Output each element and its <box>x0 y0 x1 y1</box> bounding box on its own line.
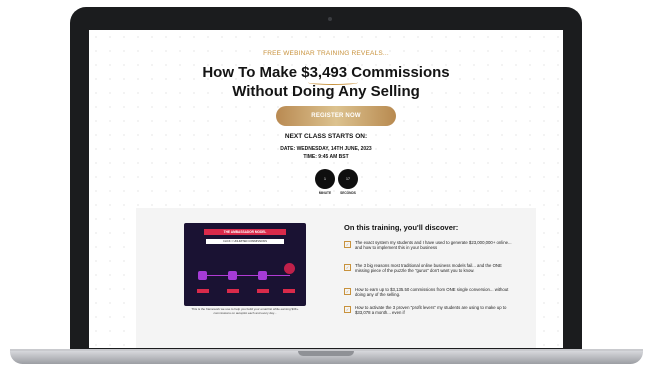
video-caption: This is the framework we use to help you… <box>191 307 299 315</box>
headline-underline <box>308 80 358 85</box>
check-icon: ✓ <box>344 241 351 248</box>
countdown-seconds-label: SECONDS <box>340 191 356 195</box>
check-icon: ✓ <box>344 288 351 295</box>
discover-heading: On this training, you'll discover: <box>344 223 459 232</box>
check-icon: ✓ <box>344 264 351 271</box>
flow-node-icon <box>228 271 237 280</box>
flow-badge-icon <box>197 289 209 293</box>
countdown-minutes: 1 MINUTE <box>315 169 335 195</box>
video-thumbnail[interactable]: THE AMBASSADOR MODEL CLICK = UNLIMITED C… <box>184 223 306 306</box>
countdown-seconds-value: 17 <box>338 169 358 189</box>
flow-badge-icon <box>227 289 239 293</box>
flow-node-icon <box>258 271 267 280</box>
register-button[interactable]: REGISTER NOW <box>276 106 396 126</box>
benefit-text: How to activate the 3 proven "profit lev… <box>355 305 507 316</box>
video-title: THE AMBASSADOR MODEL <box>204 229 286 235</box>
flow-badge-icon <box>283 289 295 293</box>
check-icon: ✓ <box>344 306 351 313</box>
benefit-text: How to earn up to $3,135.50 commissions … <box>355 287 509 298</box>
benefit-text: The exact system my students and I have … <box>355 240 512 251</box>
next-class-heading: NEXT CLASS STARTS ON: <box>284 133 368 140</box>
flow-badge-icon <box>257 289 269 293</box>
kicker-text: FREE WEBINAR TRAINING REVEALS... <box>263 50 389 57</box>
class-date: DATE: WEDNESDAY, 14TH JUNE, 2023 <box>280 146 372 152</box>
class-time: TIME: 9:45 AM BST <box>303 154 349 160</box>
countdown-minutes-value: 1 <box>315 169 335 189</box>
webinar-page: FREE WEBINAR TRAINING REVEALS... How To … <box>89 30 563 348</box>
flow-end-icon <box>284 263 295 274</box>
camera-icon <box>328 17 332 21</box>
flow-node-icon <box>198 271 207 280</box>
benefit-text: The 3 big reasons most traditional onlin… <box>355 263 502 274</box>
video-subtitle: CLICK = UNLIMITED COMMISSIONS <box>206 239 284 244</box>
laptop-mockup: FREE WEBINAR TRAINING REVEALS... How To … <box>0 0 651 374</box>
countdown-minutes-label: MINUTE <box>318 191 332 195</box>
flow-line <box>198 275 290 276</box>
countdown-seconds: 17 SECONDS <box>338 169 358 195</box>
laptop-notch <box>298 351 354 356</box>
